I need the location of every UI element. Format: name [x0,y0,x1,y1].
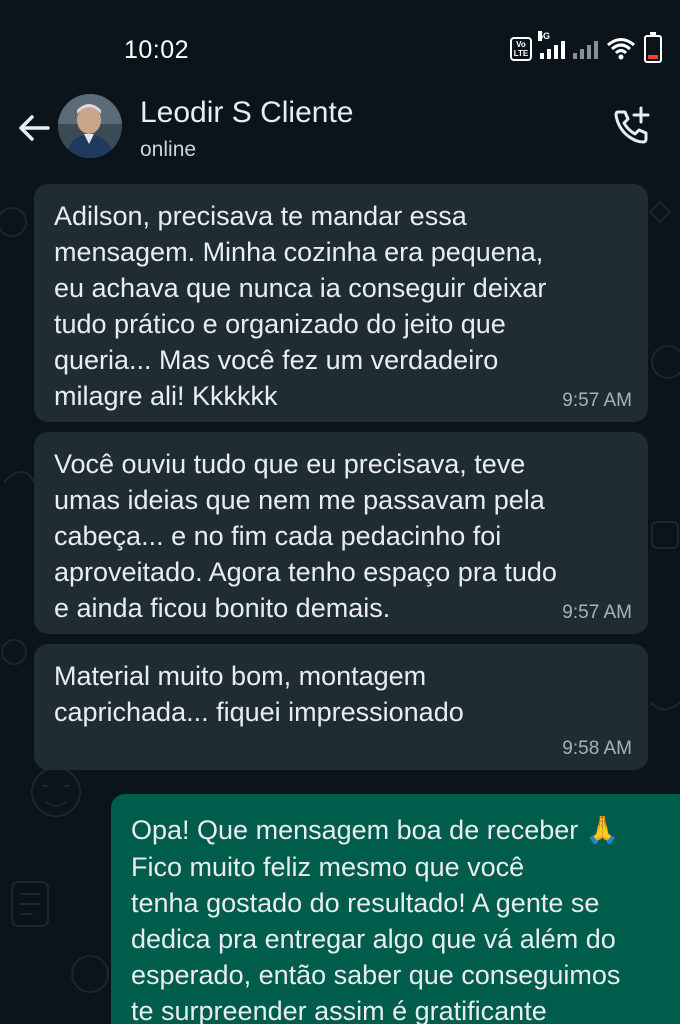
status-icons: Vo LTE 5G [510,31,662,64]
chat-area[interactable]: Adilson, precisava te mandar essa mensag… [0,182,680,1024]
network-type-label: 5G [538,31,551,41]
message-bubble-outgoing[interactable]: Opa! Que mensagem boa de receber 🙏 Fico … [111,794,680,1024]
message-time: 9:57 AM [562,390,632,411]
signal-no-service-icon [573,39,598,59]
message-text-continued: Fico muito feliz mesmo que você tenha go… [131,852,621,1024]
message-text: Você ouviu tudo que eu precisava, teve u… [54,449,557,623]
message-text: Material muito bom, montagem caprichada.… [54,661,464,727]
volte-icon: Vo LTE [510,37,532,61]
contact-photo [58,94,122,158]
message-bubble-incoming[interactable]: Material muito bom, montagem caprichada.… [34,644,648,770]
message-bubble-incoming[interactable]: Adilson, precisava te mandar essa mensag… [34,184,648,422]
message-text-line: Opa! Que mensagem boa de receber [131,815,579,845]
wifi-icon [607,38,635,60]
message-text: Adilson, precisava te mandar essa mensag… [54,201,547,411]
avatar[interactable] [58,94,122,158]
signal-5g-icon: 5G [538,31,565,59]
status-bar: 10:02 Vo LTE 5G [0,0,680,86]
message-bubble-incoming[interactable]: Você ouviu tudo que eu precisava, teve u… [34,432,648,634]
contact-name[interactable]: Leodir S Cliente [140,96,353,130]
contact-status: online [140,138,197,161]
battery-icon [644,32,662,63]
message-text: Opa! Que mensagem boa de receber 🙏 [131,812,680,849]
arrow-left-icon[interactable] [14,108,54,148]
folded-hands-emoji: 🙏 [585,815,620,846]
battery-level [648,55,658,59]
message-time: 9:57 AM [562,602,632,623]
add-call-icon[interactable] [610,104,654,148]
message-time: 9:58 AM [562,738,632,759]
chat-screen: 10:02 Vo LTE 5G Leodir S Cliente online … [0,0,680,1024]
chat-header: Leodir S Cliente online [0,86,680,182]
status-time: 10:02 [124,36,190,64]
